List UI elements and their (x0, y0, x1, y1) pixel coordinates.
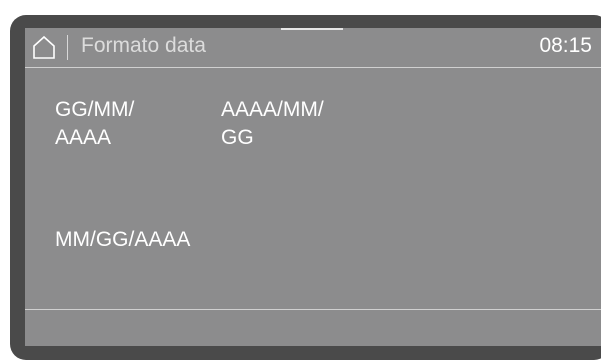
option-label-line2: AAAA (55, 126, 112, 149)
option-label-line1: GG/MM/ (55, 98, 135, 121)
home-icon[interactable] (32, 35, 56, 59)
header-divider (25, 67, 601, 68)
option-label-line2: GG (221, 126, 254, 149)
footer-divider (25, 309, 601, 310)
header-bar: Formato data 08:15 (25, 28, 601, 66)
option-label-line1: AAAA/MM/ (221, 98, 324, 121)
display-screen: Formato data 08:15 GG/MM/ AAAA AAAA/MM/ … (25, 28, 601, 346)
clock: 08:15 (539, 34, 592, 57)
date-format-option-yyyy-mm-dd[interactable]: AAAA/MM/ GG (221, 96, 381, 152)
option-label-line1: MM/GG/AAAA (55, 228, 191, 251)
page-title: Formato data (81, 34, 206, 57)
date-format-option-dd-mm-yyyy[interactable]: GG/MM/ AAAA (55, 96, 185, 152)
date-format-option-mm-dd-yyyy[interactable]: MM/GG/AAAA (55, 226, 275, 254)
header-separator (67, 35, 68, 60)
